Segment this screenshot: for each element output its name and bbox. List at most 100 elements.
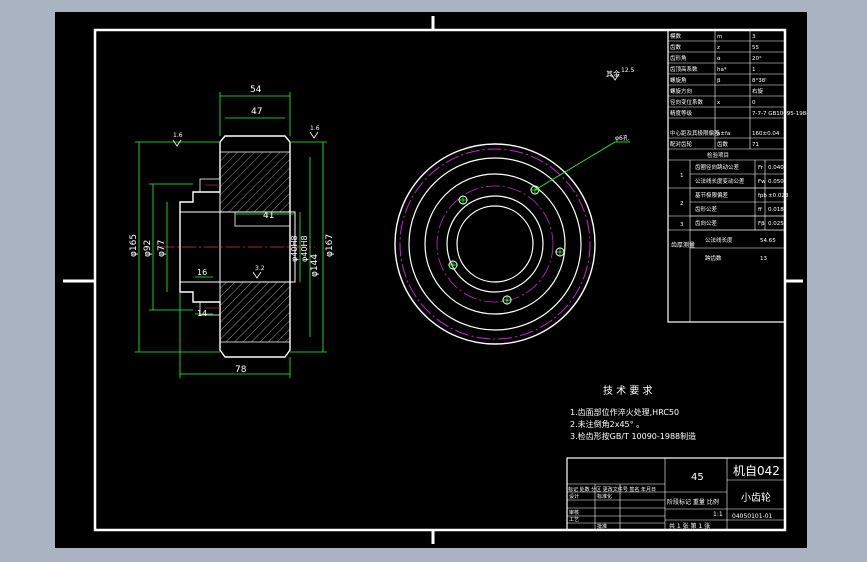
param-label: 螺旋方向	[670, 87, 692, 95]
param-value: 1	[752, 67, 756, 73]
dim-phi165: φ165	[129, 234, 139, 257]
dim-bore: φ40H8	[300, 235, 309, 262]
centering-marks	[63, 16, 803, 544]
tolerance-symbol: Fr	[758, 165, 764, 171]
dim-14: 14	[197, 309, 207, 318]
param-value: 160±0.04	[752, 131, 780, 137]
tech-title: 技 术 要 求	[603, 384, 653, 397]
root-circle	[408, 157, 582, 331]
tech-line-3: 3.检齿形按GB/T 10090-1988制造	[570, 431, 696, 441]
tolerance-name: 基节极限偏差	[695, 191, 729, 199]
thickness-value: 13	[760, 256, 767, 262]
tolerance-value: 0.025	[768, 221, 784, 227]
roughness-value: 12.5	[621, 67, 635, 74]
title-approve: 批准	[597, 523, 607, 530]
title-sign-header: 标记 处数 分区 更改文件号 签名 年月日	[568, 486, 656, 493]
hatch-lower	[220, 282, 290, 342]
thickness-label: 齿厚测量	[671, 241, 695, 249]
param-symbol: 齿数	[717, 140, 729, 148]
dim-phi77: φ77	[157, 240, 167, 257]
param-label: 配对齿轮	[670, 140, 693, 148]
title-material: 45	[691, 472, 704, 483]
tolerance-value: 0.050	[768, 179, 784, 185]
param-symbol: ha*	[717, 67, 727, 73]
title-scale: 1:1	[713, 511, 723, 518]
param-label: 齿数	[670, 43, 682, 51]
tolerance-name: 齿圈径向跳动公差	[695, 163, 740, 171]
param-value: 0	[752, 100, 756, 106]
surface-mark-bore: 3.2	[255, 265, 265, 272]
tolerance-group-number: 2	[680, 201, 684, 207]
title-designer: 设计	[569, 493, 579, 500]
tolerance-value: 0.018	[768, 207, 784, 213]
thickness-name: 跨齿数	[705, 254, 722, 262]
front-view	[394, 141, 630, 345]
tolerance-symbol: fpb	[758, 193, 767, 199]
param-symbol: m	[717, 34, 722, 40]
surface-mark-right: 1.6	[310, 125, 320, 132]
tolerance-name: 齿形公差	[695, 205, 718, 213]
leader-label: φ6孔	[615, 134, 629, 142]
title-scale-row: 阶段标记 重量 比例	[667, 498, 719, 506]
technical-requirements: 技 术 要 求 1.齿面部位作淬火处理,HRC50 2.未注倒角2x45° 。 …	[570, 384, 696, 441]
param-value: 右旋	[752, 87, 764, 95]
param-value: 71	[752, 142, 759, 148]
tolerance-symbol: Fβ	[758, 221, 765, 227]
roughness-note: 其余	[606, 69, 620, 78]
tolerance-value: 0.040	[768, 165, 784, 171]
title-block: 45 机自042 小齿轮 04050101-01 阶段标记 重量 比例 1:1 …	[566, 457, 786, 531]
param-value: 8°38'	[752, 78, 767, 84]
dim-phi167: φ167	[325, 234, 335, 257]
tolerance-group-number: 3	[680, 222, 684, 228]
dim-47: 47	[251, 107, 262, 117]
title-drawing-no: 04050101-01	[732, 513, 773, 520]
param-label: 齿形角	[670, 54, 687, 62]
bolt-circle	[436, 185, 554, 303]
leader-line	[534, 141, 616, 191]
param-label: 模数	[670, 32, 682, 40]
tolerance-value: ±0.023	[768, 193, 789, 199]
param-label: 中心距及其极限偏差	[670, 129, 720, 137]
dim-78: 78	[235, 365, 247, 375]
tolerance-header: 检验项目	[707, 151, 729, 159]
gear-drawing: 54 47 41 78 16 14 φ165 φ92 φ77 φ40H8 φ40…	[63, 16, 807, 544]
dim-phi92: φ92	[143, 240, 153, 257]
param-label: 螺旋角	[670, 76, 687, 84]
tech-line-2: 2.未注倒角2x45° 。	[570, 419, 644, 429]
hatch-upper	[220, 152, 290, 212]
pitch-circle	[399, 148, 591, 340]
surface-mark-left: 1.6	[173, 132, 183, 139]
boss-circle	[446, 195, 544, 293]
thickness-name: 公法线长度	[705, 236, 733, 244]
param-symbol: a±fa	[717, 131, 730, 137]
param-symbol: β	[717, 78, 721, 84]
param-symbol: z	[717, 45, 720, 51]
title-checker: 审核	[569, 509, 579, 516]
dim-41: 41	[263, 211, 274, 221]
title-process: 工艺	[569, 517, 579, 523]
tolerance-name: 齿向公差	[695, 219, 718, 227]
title-org: 机自042	[733, 464, 780, 478]
title-standard: 标准化	[597, 493, 612, 500]
bore-circle	[456, 205, 534, 283]
param-value: 55	[752, 45, 759, 51]
dim-phi144: φ144	[310, 254, 320, 277]
dim-phi40h8: φ40H8	[290, 235, 299, 262]
thickness-value: 54.65	[760, 238, 776, 244]
dim-16: 16	[197, 268, 207, 277]
param-value: 7-7-7 GB10095-1988	[752, 111, 807, 117]
bolt-holes	[448, 185, 565, 305]
param-label: 齿顶高系数	[670, 65, 698, 73]
cad-viewport[interactable]: 54 47 41 78 16 14 φ165 φ92 φ77 φ40H8 φ40…	[55, 12, 807, 548]
param-symbol: x	[717, 100, 721, 106]
dim-54: 54	[250, 85, 262, 95]
title-sheets: 共 1 张 第 1 张	[669, 522, 710, 530]
tech-line-1: 1.齿面部位作淬火处理,HRC50	[570, 407, 679, 417]
title-part-name: 小齿轮	[741, 491, 771, 504]
param-label: 径向变位系数	[670, 98, 704, 106]
tolerance-name: 公法线长度变动公差	[695, 177, 745, 185]
param-value: 3	[752, 34, 756, 40]
param-value: 20°	[752, 56, 762, 62]
param-label: 精度等级	[670, 109, 693, 117]
hub-circle	[424, 173, 566, 315]
